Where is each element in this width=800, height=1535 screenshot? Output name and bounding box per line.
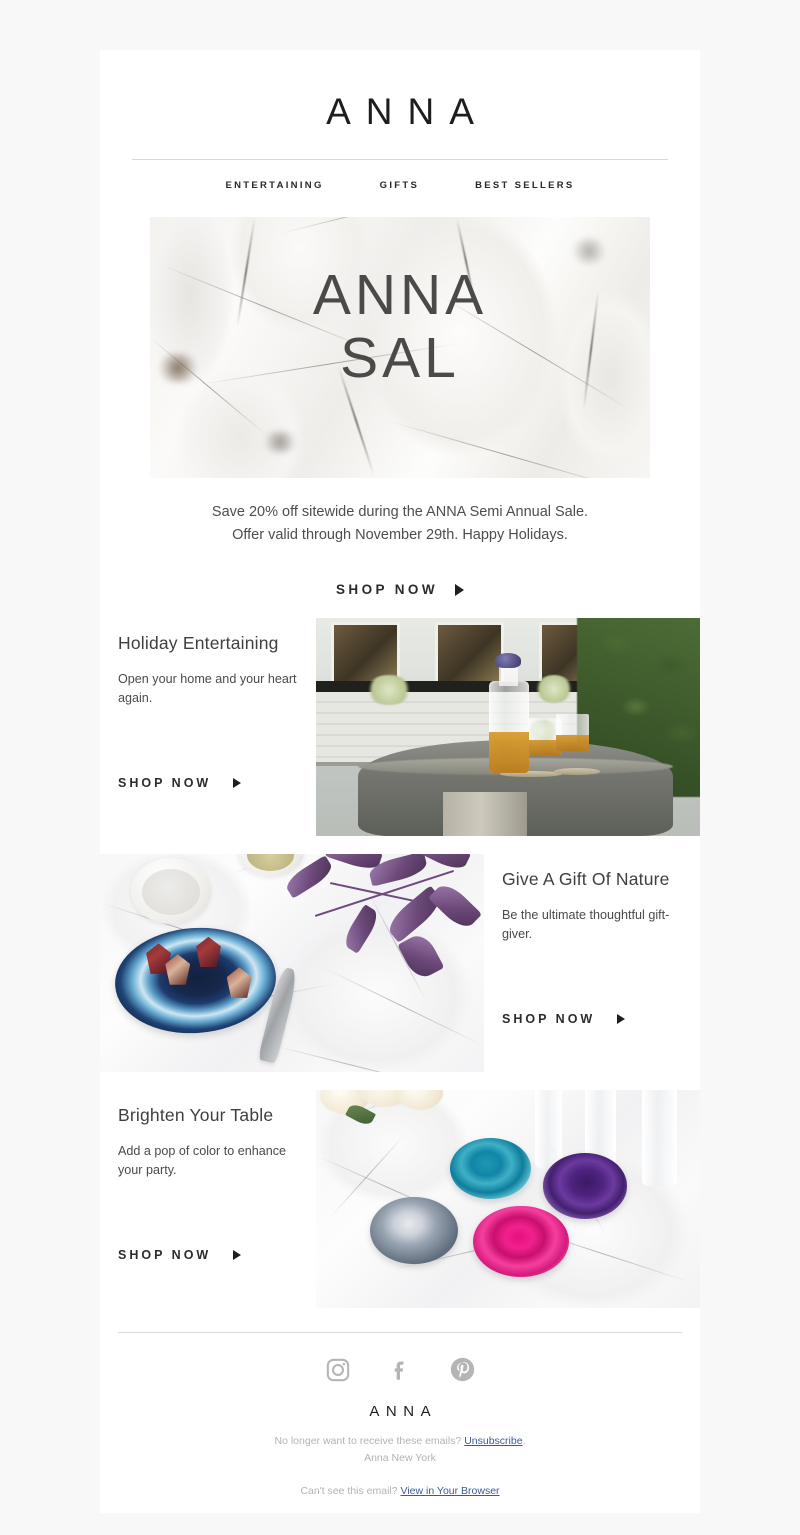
hero-title-line-2: SAL — [340, 326, 460, 390]
section-image-give-a-gift-of-nature[interactable] — [100, 853, 484, 1072]
unsubscribe-suffix-text: . — [522, 1434, 526, 1447]
primary-cta-wrapper: SHOP NOW — [100, 581, 700, 599]
arrow-right-icon — [454, 583, 464, 596]
section-title: Holiday Entertaining — [118, 632, 279, 653]
whiskey-glass — [556, 713, 589, 751]
section-cta-wrapper: SHOP NOW — [118, 774, 308, 836]
arrow-right-icon — [233, 1250, 242, 1261]
section-holiday-entertaining: Holiday Entertaining Open your home and … — [100, 617, 700, 836]
hero-banner[interactable]: ANNA SAL — [150, 217, 650, 478]
section-text-block: Give A Gift Of Nature Be the ultimate th… — [484, 854, 700, 1072]
view-browser-prefix-text: Can't see this email? — [300, 1484, 401, 1497]
table-pedestal — [442, 792, 528, 836]
shop-now-label: SHOP NOW — [118, 775, 212, 790]
hydrangea-bloom — [534, 674, 574, 703]
agate-coaster-magenta — [473, 1205, 570, 1278]
shop-now-label: SHOP NOW — [336, 581, 438, 597]
email-card: ANNA ENTERTAINING GIFTS BEST SELLERS ANN… — [100, 50, 700, 1513]
window-pane — [435, 622, 505, 686]
section-description: Open your home and your heart again. — [118, 672, 297, 705]
section-description: Add a pop of color to enhance your party… — [118, 1144, 287, 1177]
section-image-brighten-your-table[interactable] — [316, 1089, 700, 1308]
email-header: ANNA ENTERTAINING GIFTS BEST SELLERS — [100, 50, 700, 191]
hero-title: ANNA SAL — [150, 267, 650, 387]
agate-coaster-grey — [369, 1196, 459, 1265]
unsubscribe-prefix-text: No longer want to receive these emails? — [274, 1434, 465, 1447]
social-links — [100, 1355, 700, 1385]
section-text-block: Brighten Your Table Add a pop of color t… — [100, 1090, 316, 1308]
section-image-holiday-entertaining[interactable] — [316, 617, 700, 836]
promo-copy: Save 20% off sitewide during the ANNA Se… — [150, 501, 650, 548]
unsubscribe-link[interactable]: Unsubscribe — [464, 1435, 522, 1447]
company-name: Anna New York — [364, 1451, 436, 1464]
section-description: Be the ultimate thoughtful gift-giver. — [502, 908, 670, 941]
hydrangea-bloom — [365, 674, 412, 706]
instagram-icon[interactable] — [323, 1355, 353, 1385]
decanter-liquid — [488, 731, 530, 773]
section-title: Brighten Your Table — [118, 1104, 274, 1125]
section-text-block: Holiday Entertaining Open your home and … — [100, 618, 316, 836]
shop-now-button-hero[interactable]: SHOP NOW — [336, 582, 464, 597]
promo-line-1: Save 20% off sitewide during the ANNA Se… — [211, 504, 589, 520]
pinterest-icon[interactable] — [447, 1355, 477, 1385]
arrow-right-icon — [617, 1014, 626, 1025]
promo-line-2: Offer valid through November 29th. Happy… — [232, 527, 568, 544]
section-title: Give A Gift Of Nature — [502, 868, 670, 889]
shop-now-label: SHOP NOW — [118, 1247, 212, 1262]
view-in-browser-link[interactable]: View in Your Browser — [401, 1485, 500, 1497]
section-brighten-your-table: Brighten Your Table Add a pop of color t… — [100, 1089, 700, 1308]
main-navigation: ENTERTAINING GIFTS BEST SELLERS — [100, 160, 700, 191]
window-ledge — [316, 681, 620, 693]
nav-item-entertaining[interactable]: ENTERTAINING — [225, 180, 323, 191]
arrow-right-icon — [233, 778, 242, 789]
email-page: ANNA ENTERTAINING GIFTS BEST SELLERS ANN… — [0, 0, 800, 1535]
nav-item-best-sellers[interactable]: BEST SELLERS — [475, 180, 574, 191]
shop-now-button-give-a-gift-of-nature[interactable]: SHOP NOW — [502, 1011, 626, 1026]
crystal-glass — [534, 1089, 562, 1169]
footer-brand-logo: ANNA — [369, 1402, 438, 1420]
brand-logo[interactable]: ANNA — [100, 93, 700, 130]
decanter-stopper — [494, 652, 522, 669]
glass-liquid — [556, 735, 589, 751]
section-give-a-gift-of-nature: Give A Gift Of Nature Be the ultimate th… — [100, 853, 700, 1072]
nav-item-gifts[interactable]: GIFTS — [380, 180, 419, 191]
shop-now-button-holiday-entertaining[interactable]: SHOP NOW — [118, 775, 242, 790]
facebook-icon[interactable] — [385, 1355, 415, 1385]
agate-coaster-purple — [542, 1153, 628, 1219]
email-footer: ANNA No longer want to receive these ema… — [100, 1333, 700, 1499]
shop-now-button-brighten-your-table[interactable]: SHOP NOW — [118, 1247, 242, 1262]
section-cta-wrapper: SHOP NOW — [118, 1246, 308, 1308]
shop-now-label: SHOP NOW — [502, 1011, 596, 1026]
bowl-interior — [247, 853, 295, 871]
view-in-browser-line: Can't see this email? View in Your Brows… — [100, 1483, 700, 1500]
crystal-glass — [642, 1089, 677, 1186]
bowl-interior — [142, 868, 201, 915]
section-cta-wrapper: SHOP NOW — [502, 1010, 692, 1072]
agate-coaster-teal — [450, 1137, 532, 1199]
unsubscribe-line: No longer want to receive these emails? … — [100, 1433, 700, 1450]
hero-title-line-1: ANNA — [312, 263, 488, 327]
whiskey-decanter — [488, 681, 530, 773]
agate-coaster — [554, 768, 601, 775]
marble-bowl — [130, 858, 212, 924]
